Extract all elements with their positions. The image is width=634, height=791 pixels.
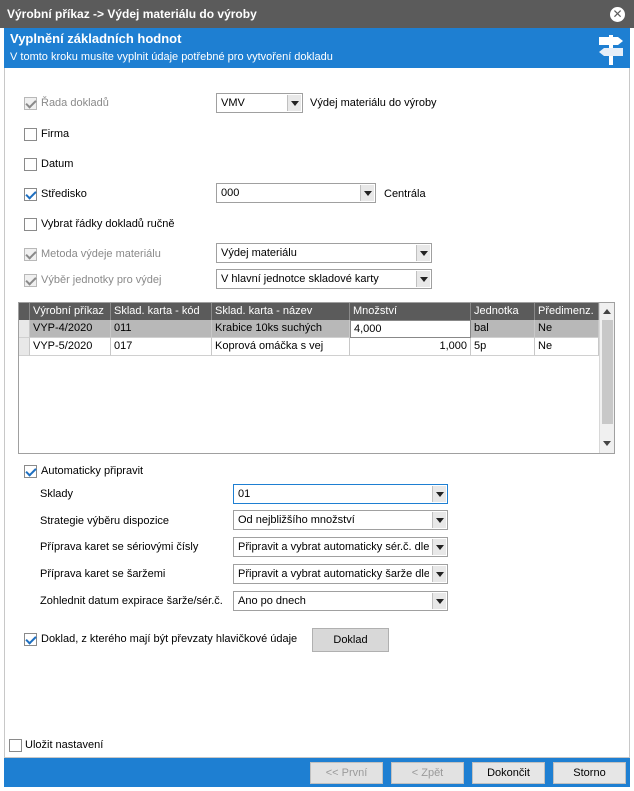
column-header[interactable]: Množství xyxy=(350,303,471,320)
table-row[interactable]: VYP-5/2020 017 Koprová omáčka s vej 1,00… xyxy=(19,338,599,356)
vybrat-radky-checkbox[interactable] xyxy=(24,218,37,231)
back-button[interactable]: < Zpět xyxy=(391,762,464,784)
vybrat-radky-label: Vybrat řádky dokladů ručně xyxy=(41,218,175,230)
metoda-checkbox xyxy=(24,248,37,261)
rada-select[interactable]: VMV xyxy=(216,93,303,113)
expirace-label: Zohlednit datum expirace šarže/sér.č. xyxy=(40,595,223,607)
grid-scrollbar[interactable] xyxy=(599,303,614,453)
scroll-thumb[interactable] xyxy=(602,320,613,424)
sarze-select[interactable]: Připravit a vybrat automaticky šarže dle xyxy=(233,564,448,584)
ulozit-nastaveni-checkbox[interactable] xyxy=(9,739,22,752)
metoda-label: Metoda výdeje materiálu xyxy=(41,248,161,260)
ulozit-nastaveni-label: Uložit nastavení xyxy=(25,739,104,751)
title-bar: Výrobní příkaz -> Výdej materiálu do výr… xyxy=(0,0,634,28)
first-button[interactable]: << První xyxy=(310,762,383,784)
doklad-button[interactable]: Doklad xyxy=(312,628,389,652)
chevron-down-icon[interactable] xyxy=(287,95,301,111)
sarze-label: Příprava karet se šaržemi xyxy=(40,568,166,580)
column-header[interactable]: Sklad. karta - kód xyxy=(111,303,212,320)
doklad-label: Doklad, z kterého mají být převzaty hlav… xyxy=(41,633,298,645)
chevron-down-icon[interactable] xyxy=(360,185,374,201)
scroll-up-icon[interactable] xyxy=(600,305,614,319)
firma-label: Firma xyxy=(41,128,70,140)
metoda-select[interactable]: Výdej materiálu xyxy=(216,243,432,263)
step-subtitle: V tomto kroku musíte vyplnit údaje potře… xyxy=(10,51,333,63)
cancel-button[interactable]: Storno xyxy=(553,762,626,784)
chevron-down-icon[interactable] xyxy=(416,271,430,287)
table-row[interactable]: VYP-4/2020 011 Krabice 10ks suchých 4,00… xyxy=(19,320,599,338)
footer-bar: << První < Zpět Dokončit Storno xyxy=(4,758,630,787)
rada-description: Výdej materiálu do výroby xyxy=(310,97,437,109)
sklady-label: Sklady xyxy=(40,488,74,500)
sklady-select[interactable]: 01 xyxy=(233,484,448,504)
vyber-jednotky-select[interactable]: V hlavní jednotce skladové karty xyxy=(216,269,432,289)
close-icon[interactable]: ✕ xyxy=(610,7,625,22)
grid-header: Výrobní příkaz Sklad. karta - kód Sklad.… xyxy=(19,303,599,320)
chevron-down-icon[interactable] xyxy=(416,245,430,261)
rada-label: Řada dokladů xyxy=(41,97,109,109)
row-header[interactable] xyxy=(19,338,30,356)
stredisko-select[interactable]: 000 xyxy=(216,183,376,203)
step-header: Vyplnění základních hodnot V tomto kroku… xyxy=(4,28,630,68)
expirace-select[interactable]: Ano po dnech xyxy=(233,591,448,611)
strategie-select[interactable]: Od nejbližšího množství xyxy=(233,510,448,530)
datum-checkbox[interactable] xyxy=(24,158,37,171)
firma-checkbox[interactable] xyxy=(24,128,37,141)
seriova-cisla-label: Příprava karet se sériovými čísly xyxy=(40,541,199,553)
seriova-cisla-select[interactable]: Připravit a vybrat automaticky sér.č. dl… xyxy=(233,537,448,557)
chevron-down-icon[interactable] xyxy=(432,593,446,609)
items-grid[interactable]: Výrobní příkaz Sklad. karta - kód Sklad.… xyxy=(18,302,615,454)
auto-pripravit-checkbox[interactable] xyxy=(24,465,37,478)
finish-button[interactable]: Dokončit xyxy=(472,762,545,784)
row-header-corner xyxy=(19,303,30,320)
stredisko-label: Středisko xyxy=(41,188,87,200)
vyber-jednotky-checkbox xyxy=(24,274,37,287)
column-header[interactable]: Předimenz. xyxy=(535,303,599,320)
stredisko-description: Centrála xyxy=(384,188,426,200)
stredisko-checkbox[interactable] xyxy=(24,188,37,201)
chevron-down-icon[interactable] xyxy=(432,512,446,528)
strategie-label: Strategie výběru dispozice xyxy=(40,515,170,527)
signpost-icon xyxy=(599,35,623,65)
row-header[interactable] xyxy=(19,320,30,338)
chevron-down-icon[interactable] xyxy=(432,486,446,502)
doklad-checkbox[interactable] xyxy=(24,633,37,646)
rada-checkbox xyxy=(24,97,37,110)
datum-label: Datum xyxy=(41,158,74,170)
chevron-down-icon[interactable] xyxy=(432,566,446,582)
vyber-jednotky-label: Výběr jednotky pro výdej xyxy=(41,274,162,286)
chevron-down-icon[interactable] xyxy=(432,539,446,555)
quantity-edit-cell[interactable]: 4,000 xyxy=(350,320,471,338)
step-title: Vyplnění základních hodnot xyxy=(10,31,182,46)
column-header[interactable]: Jednotka xyxy=(471,303,535,320)
column-header[interactable]: Sklad. karta - název xyxy=(212,303,350,320)
column-header[interactable]: Výrobní příkaz xyxy=(30,303,111,320)
auto-pripravit-label: Automaticky připravit xyxy=(41,465,144,477)
scroll-down-icon[interactable] xyxy=(600,437,614,451)
window-title: Výrobní příkaz -> Výdej materiálu do výr… xyxy=(7,7,257,21)
